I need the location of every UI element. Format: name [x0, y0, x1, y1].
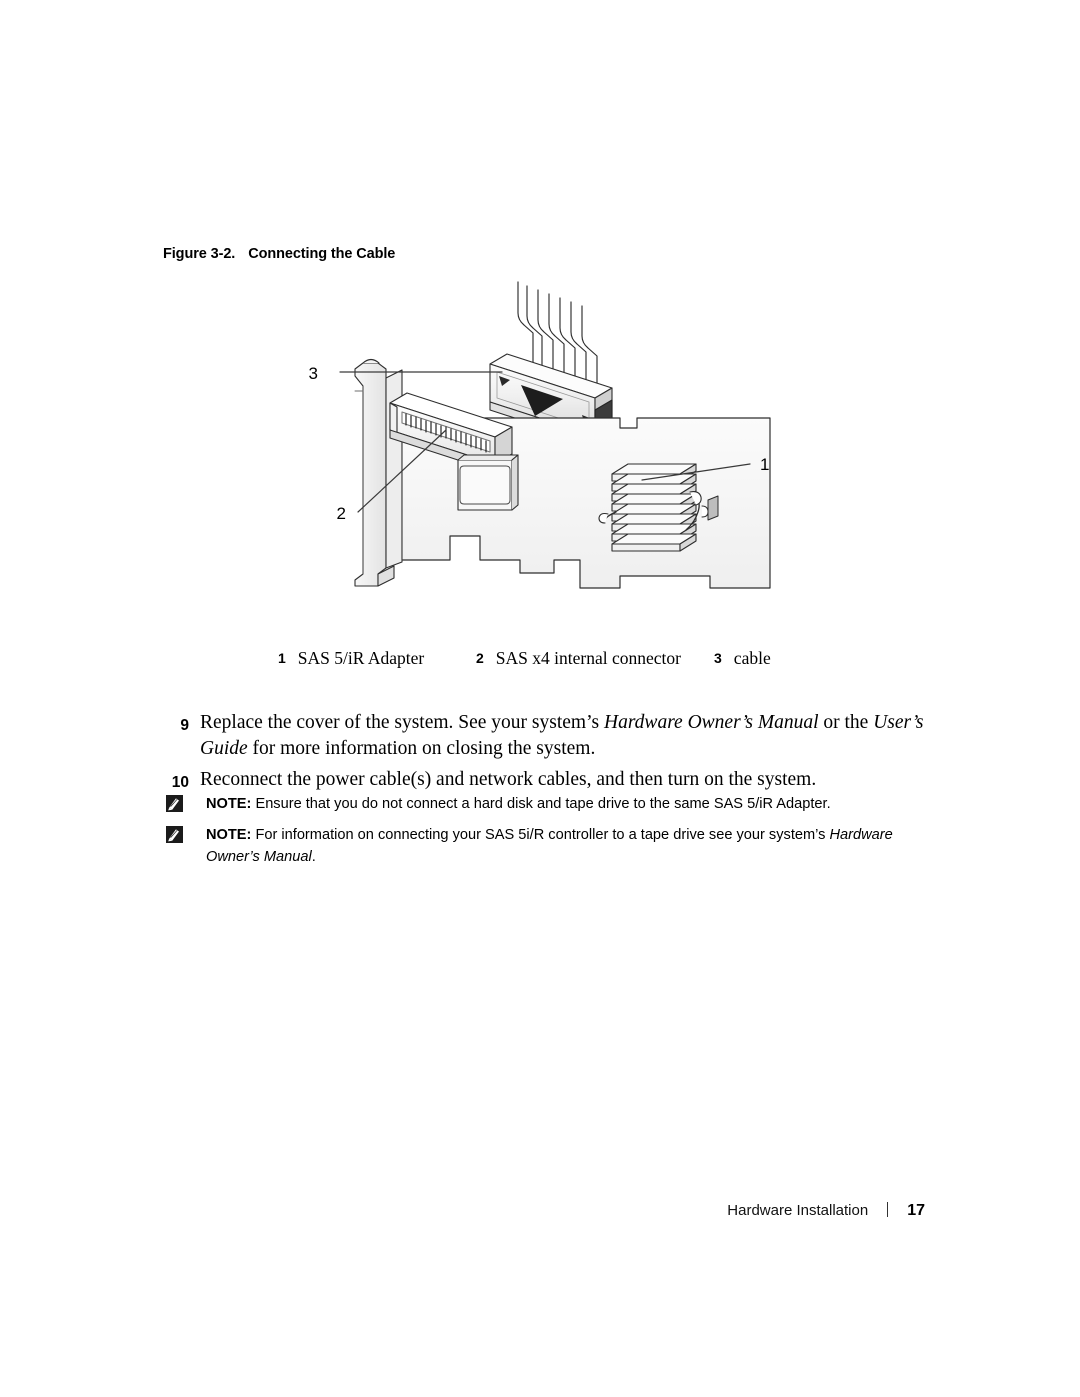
step-item: 9 Replace the cover of the system. See y…: [165, 710, 927, 761]
footer-separator: [887, 1202, 889, 1217]
footer-section-title: Hardware Installation: [727, 1202, 869, 1219]
legend-label-3: cable: [733, 648, 771, 668]
figure-number: Figure 3-2.: [163, 246, 236, 262]
legend-number-2: 2: [476, 650, 484, 666]
note-text: Ensure that you do not connect a hard di…: [251, 796, 831, 812]
note-label: NOTE:: [206, 827, 252, 843]
note-block: NOTE: Ensure that you do not connect a h…: [166, 793, 936, 815]
figure-illustration: 3 2 1: [150, 268, 950, 628]
step-item: 10 Reconnect the power cable(s) and netw…: [165, 767, 927, 793]
legend-label-1: SAS 5/iR Adapter: [297, 648, 425, 668]
callout-1: 1: [760, 455, 769, 474]
sas-adapter-diagram: 3 2 1: [309, 281, 771, 589]
page-footer: Hardware Installation 17: [0, 1200, 1080, 1226]
callout-2: 2: [337, 504, 346, 523]
note-block: NOTE: For information on connecting your…: [166, 824, 936, 868]
controller-chip: [457, 454, 519, 511]
step-number: 10: [171, 774, 189, 791]
pci-bracket: [354, 358, 403, 587]
figure-title: Connecting the Cable: [248, 246, 396, 262]
step-number: 9: [180, 717, 189, 734]
document-page: Figure 3-2. Connecting the Cable 3 2 1 1…: [0, 0, 1080, 1397]
footer-page-number: 17: [907, 1202, 925, 1219]
note-text: For information on connecting your SAS 5…: [206, 827, 893, 865]
figure-caption: Figure 3-2. Connecting the Cable: [163, 246, 395, 262]
legend-number-1: 1: [278, 650, 286, 666]
callout-3: 3: [309, 364, 318, 383]
legend-label-2: SAS x4 internal connector: [495, 648, 681, 668]
procedure-steps: 9 Replace the cover of the system. See y…: [165, 710, 927, 799]
step-text: Replace the cover of the system. See you…: [200, 712, 924, 759]
legend-item-3: 3 cable: [714, 648, 771, 669]
figure-legend: 1 SAS 5/iR Adapter 2 SAS x4 internal conne…: [150, 648, 950, 674]
legend-item-1: 1 SAS 5/iR Adapter: [278, 648, 424, 669]
note-pencil-icon: [166, 826, 183, 843]
note-label: NOTE:: [206, 796, 252, 812]
legend-number-3: 3: [714, 650, 722, 666]
note-pencil-icon: [166, 795, 183, 812]
step-text: Reconnect the power cable(s) and network…: [200, 769, 817, 790]
legend-item-2: 2 SAS x4 internal connector: [476, 648, 681, 669]
note-blocks: NOTE: Ensure that you do not connect a h…: [166, 793, 936, 877]
